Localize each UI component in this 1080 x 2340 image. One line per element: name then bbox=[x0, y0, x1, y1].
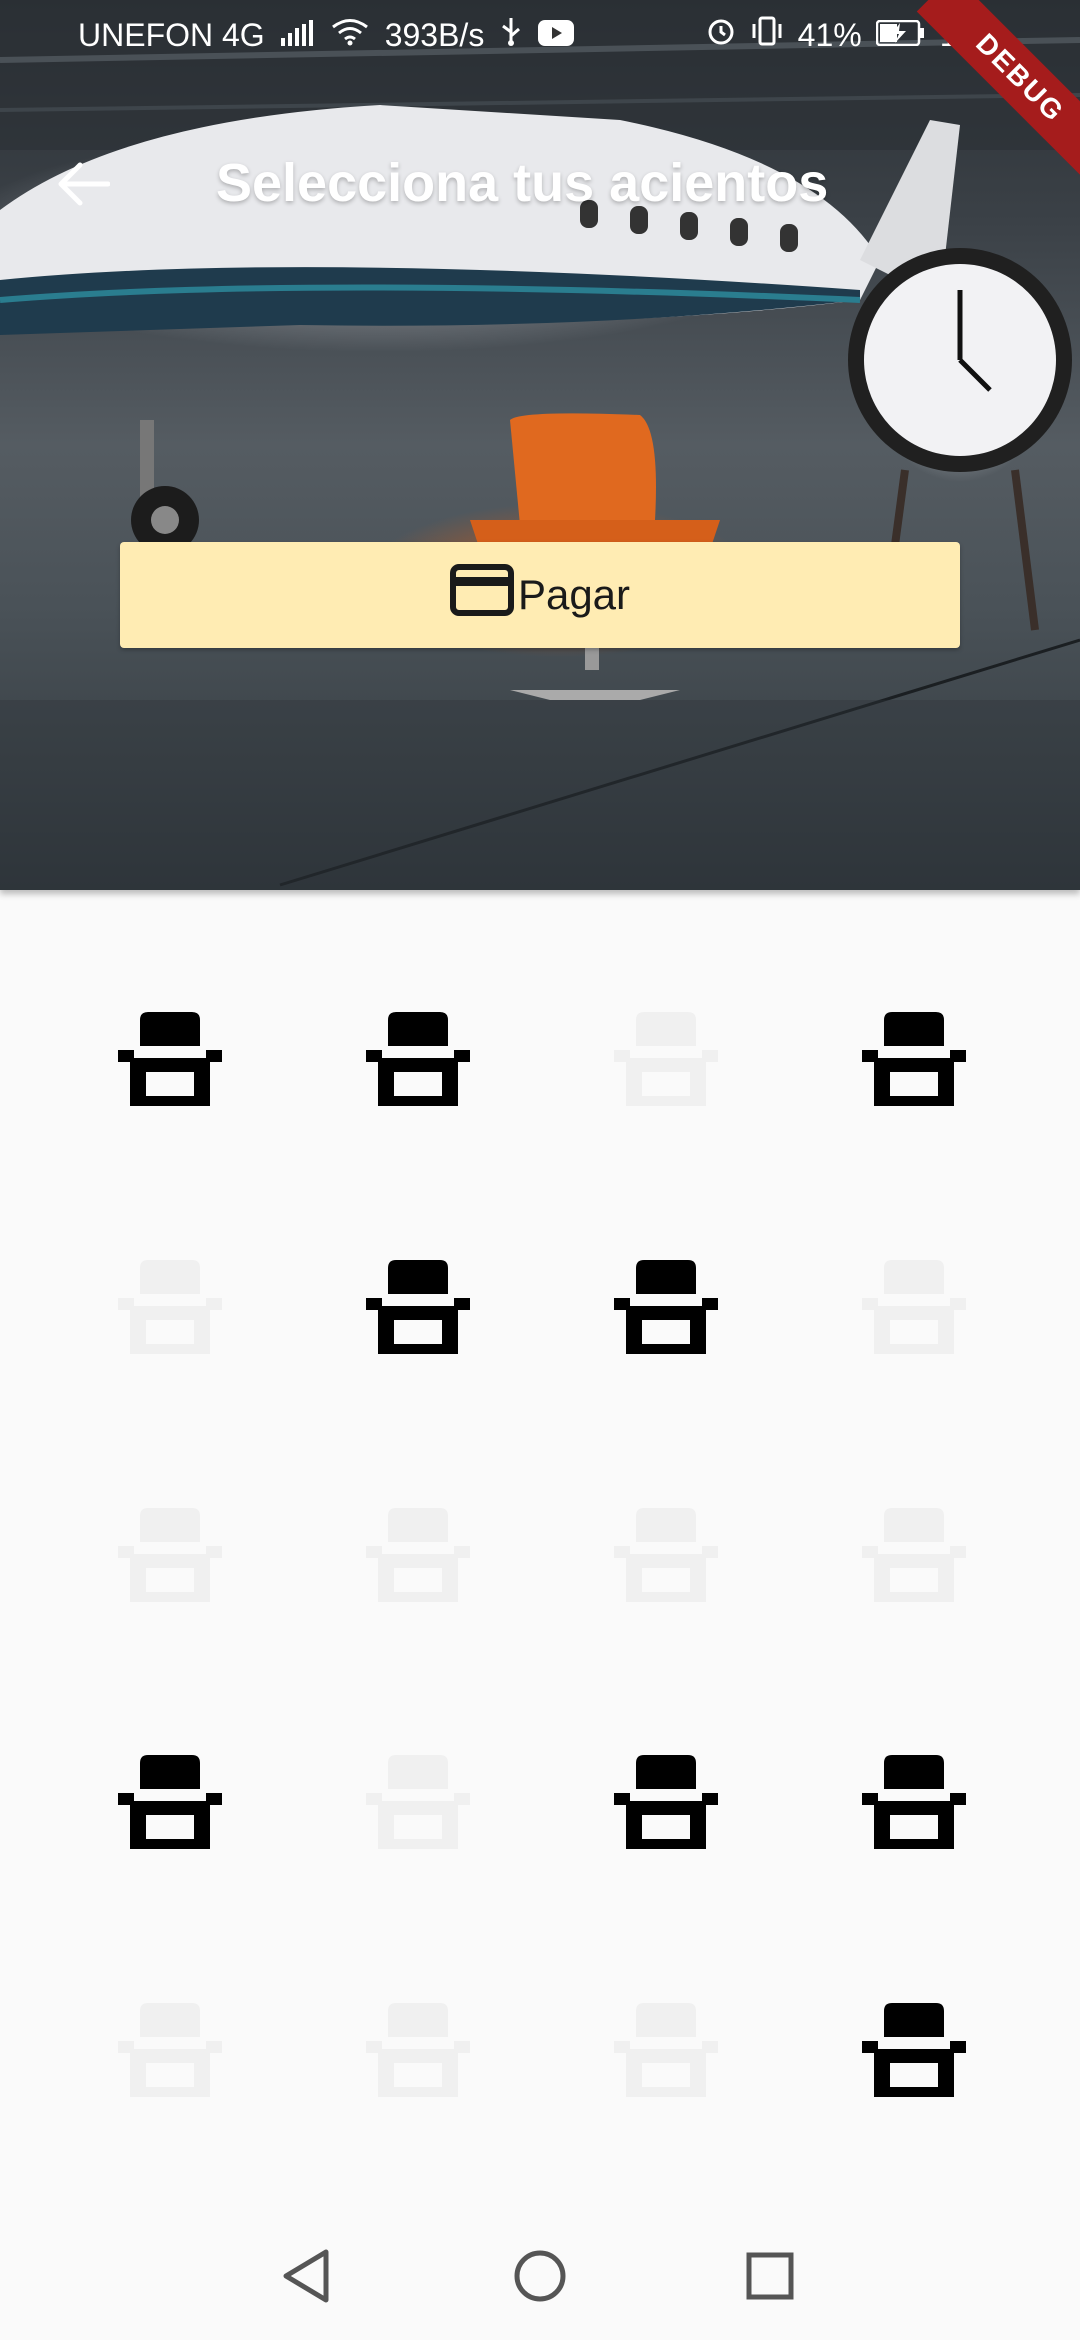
youtube-icon bbox=[538, 17, 575, 54]
seat-icon[interactable] bbox=[366, 1012, 470, 1112]
seat-icon bbox=[366, 1508, 470, 1608]
seat-icon bbox=[614, 2003, 718, 2103]
signal-icon bbox=[280, 17, 315, 54]
pay-button-label: Pagar bbox=[517, 571, 631, 618]
wifi-icon bbox=[331, 17, 369, 54]
seat-icon bbox=[614, 1508, 718, 1608]
seat-icon bbox=[118, 2003, 222, 2103]
square-recents-icon bbox=[745, 2251, 795, 2306]
seat-icon bbox=[118, 1260, 222, 1360]
pay-button[interactable]: Pagar bbox=[120, 542, 960, 648]
page-title: Selecciona tus acientos bbox=[216, 153, 829, 213]
seat-icon[interactable] bbox=[862, 2003, 966, 2103]
battery-charging-icon bbox=[875, 17, 926, 54]
vibrate-icon bbox=[750, 16, 784, 54]
header-background-image: UNEFON 4G 393B/s 41% DEBUG Selecciona tu… bbox=[0, 0, 1080, 890]
seat-icon bbox=[366, 1755, 470, 1855]
system-nav-bar bbox=[0, 2216, 1080, 2340]
nav-recents-button[interactable] bbox=[734, 2242, 806, 2314]
seat-icon[interactable] bbox=[366, 1260, 470, 1360]
circle-home-icon bbox=[512, 2248, 568, 2309]
seat-icon bbox=[862, 1508, 966, 1608]
alarm-icon bbox=[706, 16, 736, 54]
credit-card-icon bbox=[449, 564, 514, 626]
battery-percent: 41% bbox=[797, 16, 862, 53]
seat-icon[interactable] bbox=[614, 1260, 718, 1360]
seat-icon bbox=[614, 1012, 718, 1112]
seat-icon[interactable] bbox=[614, 1755, 718, 1855]
seat-icon[interactable] bbox=[862, 1012, 966, 1112]
seat-icon bbox=[118, 1508, 222, 1608]
seat-icon[interactable] bbox=[118, 1012, 222, 1112]
usb-icon bbox=[500, 16, 522, 54]
nav-back-button[interactable] bbox=[270, 2242, 342, 2314]
back-button[interactable] bbox=[48, 156, 118, 216]
seat-icon bbox=[862, 1260, 966, 1360]
triangle-back-icon bbox=[280, 2248, 332, 2309]
carrier-label: UNEFON 4G bbox=[78, 16, 265, 53]
net-speed-label: 393B/s bbox=[384, 16, 485, 53]
nav-home-button[interactable] bbox=[504, 2242, 576, 2314]
seat-icon[interactable] bbox=[118, 1755, 222, 1855]
seat-icon bbox=[366, 2003, 470, 2103]
app-bar: Selecciona tus acientos bbox=[0, 150, 1080, 222]
seat-icon[interactable] bbox=[862, 1755, 966, 1855]
arrow-back-icon bbox=[56, 160, 111, 213]
